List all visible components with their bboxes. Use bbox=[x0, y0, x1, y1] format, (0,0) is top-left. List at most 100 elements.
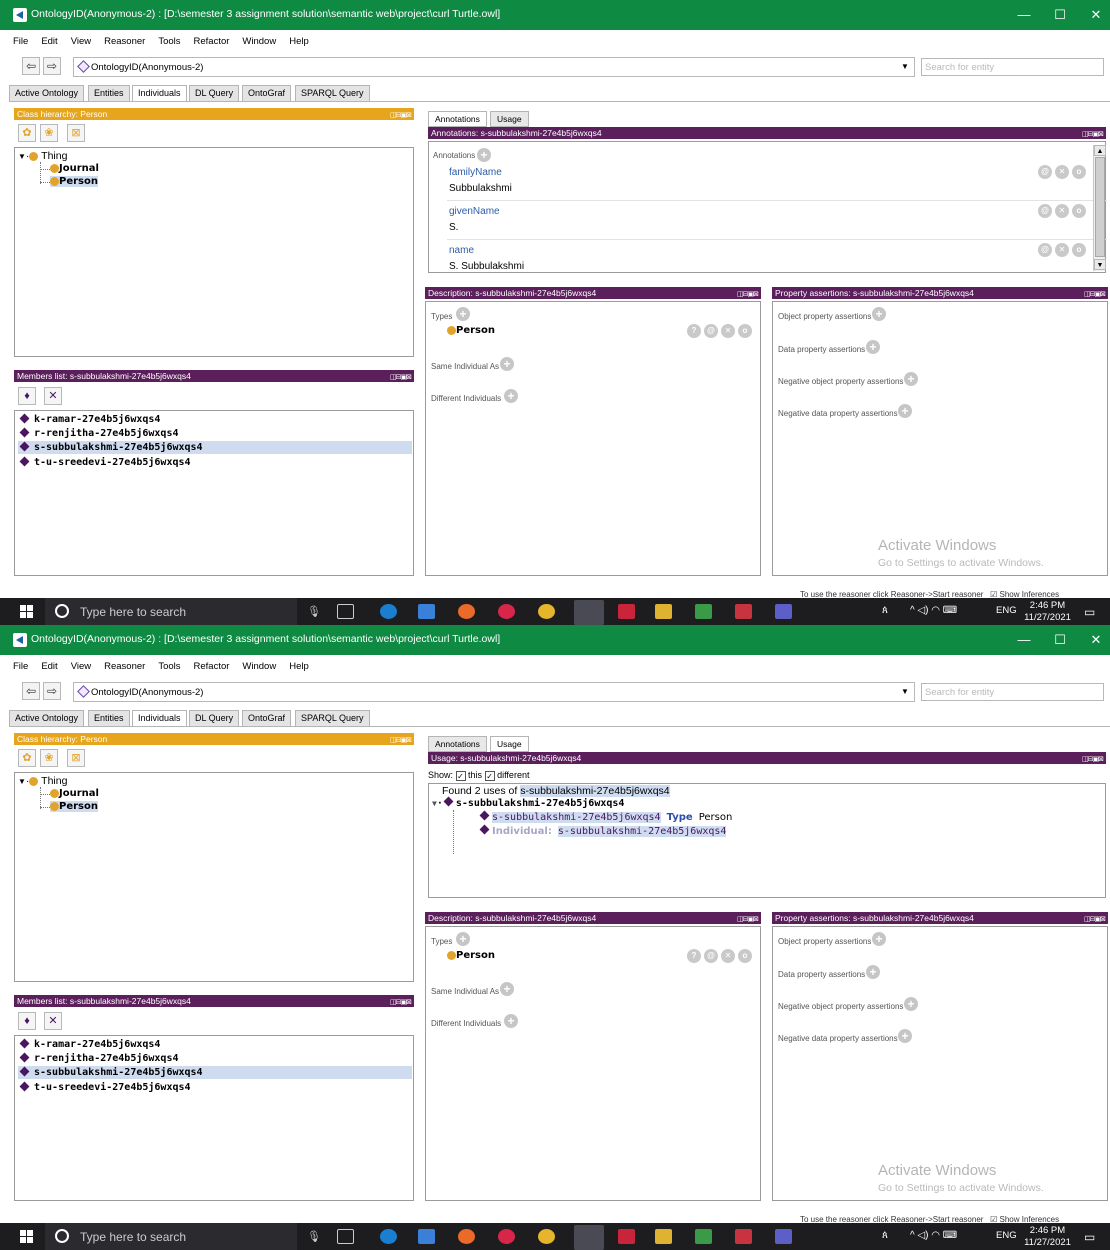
menu-edit[interactable]: Edit bbox=[41, 658, 57, 676]
view-controls-icon[interactable]: ◫⊟▣⊠ bbox=[390, 997, 412, 1007]
add-sibling-class-icon[interactable]: ❀ bbox=[40, 124, 58, 142]
this-checkbox[interactable]: ✓ bbox=[455, 770, 466, 781]
tab-active-ontology[interactable]: Active Ontology bbox=[9, 710, 85, 727]
annotations-scrollbar[interactable]: ▲ ▼ bbox=[1093, 145, 1106, 271]
edge-browser-icon[interactable] bbox=[380, 1229, 397, 1244]
menu-help[interactable]: Help bbox=[289, 658, 309, 676]
member-item[interactable]: r-renjitha-27e4b5j6wxqs4 bbox=[18, 427, 412, 440]
tab-entities[interactable]: Entities bbox=[88, 85, 130, 102]
forward-arrow-icon[interactable]: ⇨ bbox=[43, 57, 61, 75]
add-data-property-icon[interactable]: + bbox=[866, 340, 880, 354]
type-explain-icon[interactable]: ? bbox=[687, 324, 701, 338]
taskbar-clock[interactable]: 2:46 PM 11/27/2021 bbox=[1020, 1225, 1075, 1249]
edge-browser-icon[interactable] bbox=[380, 604, 397, 619]
add-same-individual-icon[interactable]: + bbox=[500, 357, 514, 371]
add-object-property-icon[interactable]: + bbox=[872, 932, 886, 946]
usage-tree-root[interactable]: ▼· s-subbulakshmi-27e4b5j6wxqs4 bbox=[432, 796, 624, 809]
language-indicator[interactable]: ENG bbox=[996, 605, 1017, 616]
add-individual-icon[interactable]: ♦ bbox=[18, 1012, 36, 1030]
taskbar-search-box[interactable]: Type here to search 🎙 bbox=[45, 598, 321, 625]
view-controls-icon[interactable]: ◫⊟▣⊠ bbox=[737, 914, 759, 924]
annotation-property[interactable]: givenName bbox=[449, 206, 500, 217]
different-checkbox[interactable]: ✓ bbox=[484, 770, 495, 781]
menu-help[interactable]: Help bbox=[289, 33, 309, 51]
annotation-delete-icon[interactable]: ✕ bbox=[1055, 243, 1069, 257]
vs-code-icon[interactable] bbox=[618, 604, 635, 619]
annotation-delete-icon[interactable]: ✕ bbox=[1055, 204, 1069, 218]
microphone-icon[interactable]: 🎙 bbox=[307, 1230, 321, 1243]
add-data-property-icon[interactable]: + bbox=[866, 965, 880, 979]
task-view-icon[interactable] bbox=[337, 604, 354, 619]
menu-edit[interactable]: Edit bbox=[41, 33, 57, 51]
delete-individual-icon[interactable]: ✕ bbox=[44, 387, 62, 405]
type-at-icon[interactable]: @ bbox=[704, 949, 718, 963]
tab-active-ontology[interactable]: Active Ontology bbox=[9, 85, 85, 102]
add-object-property-icon[interactable]: + bbox=[872, 307, 886, 321]
protege-taskbar-icon[interactable] bbox=[574, 600, 604, 625]
add-subclass-icon[interactable]: ✿ bbox=[18, 749, 36, 767]
close-button[interactable]: ✕ bbox=[1078, 625, 1110, 655]
chrome-icon[interactable] bbox=[538, 1229, 555, 1244]
windows-start-icon[interactable] bbox=[20, 1230, 33, 1243]
teams-icon[interactable] bbox=[775, 604, 792, 619]
scroll-down-icon[interactable]: ▼ bbox=[1094, 259, 1106, 270]
add-type-icon[interactable]: + bbox=[456, 932, 470, 946]
camera-app-icon[interactable] bbox=[498, 1229, 515, 1244]
tab-usage[interactable]: Usage bbox=[490, 736, 529, 752]
add-sibling-class-icon[interactable]: ❀ bbox=[40, 749, 58, 767]
tree-node-thing[interactable]: ▼· Thing bbox=[18, 775, 67, 787]
annotation-delete-icon[interactable]: ✕ bbox=[1055, 165, 1069, 179]
add-annotation-icon[interactable]: + bbox=[477, 148, 491, 162]
add-negative-object-property-icon[interactable]: + bbox=[904, 997, 918, 1011]
type-person[interactable]: Person bbox=[447, 950, 495, 961]
tab-annotations[interactable]: Annotations bbox=[428, 736, 487, 752]
menu-view[interactable]: View bbox=[71, 33, 91, 51]
tab-individuals[interactable]: Individuals bbox=[132, 85, 187, 102]
view-controls-icon[interactable]: ◫⊟▣⊠ bbox=[1082, 129, 1104, 139]
type-delete-icon[interactable]: ✕ bbox=[721, 949, 735, 963]
add-negative-object-property-icon[interactable]: + bbox=[904, 372, 918, 386]
powerpoint-icon[interactable] bbox=[735, 604, 752, 619]
teams-icon[interactable] bbox=[775, 1229, 792, 1244]
entity-search-input[interactable]: Search for entity bbox=[921, 58, 1104, 76]
view-controls-icon[interactable]: ◫⊟▣⊠ bbox=[390, 735, 412, 745]
system-tray-icons[interactable]: ^ ◁) ◠ ⌨ bbox=[910, 605, 957, 616]
task-view-icon[interactable] bbox=[337, 1229, 354, 1244]
view-controls-icon[interactable]: ◫⊟▣⊠ bbox=[1082, 754, 1104, 764]
member-item[interactable]: t-u-sreedevi-27e4b5j6wxqs4 bbox=[18, 456, 412, 469]
menu-file[interactable]: File bbox=[13, 658, 28, 676]
menu-reasoner[interactable]: Reasoner bbox=[104, 33, 145, 51]
windows-start-icon[interactable] bbox=[20, 605, 33, 618]
tree-node-journal[interactable]: Journal bbox=[50, 788, 99, 799]
type-at-icon[interactable]: @ bbox=[704, 324, 718, 338]
annotation-edit-icon[interactable]: o bbox=[1072, 165, 1086, 179]
entity-search-input[interactable]: Search for entity bbox=[921, 683, 1104, 701]
annotation-at-icon[interactable]: @ bbox=[1038, 204, 1052, 218]
tree-node-person[interactable]: Person bbox=[50, 176, 98, 187]
view-controls-icon[interactable]: ◫⊟▣⊠ bbox=[1084, 289, 1106, 299]
maximize-button[interactable]: ☐ bbox=[1042, 0, 1078, 30]
close-button[interactable]: ✕ bbox=[1078, 0, 1110, 30]
maximize-button[interactable]: ☐ bbox=[1042, 625, 1078, 655]
annotation-edit-icon[interactable]: o bbox=[1072, 243, 1086, 257]
mail-icon[interactable] bbox=[418, 1229, 435, 1244]
back-arrow-icon[interactable]: ⇦ bbox=[22, 57, 40, 75]
menu-reasoner[interactable]: Reasoner bbox=[104, 658, 145, 676]
view-controls-icon[interactable]: ◫⊟▣⊠ bbox=[390, 372, 412, 382]
minimize-button[interactable]: — bbox=[1006, 0, 1042, 30]
notepad-icon[interactable] bbox=[695, 604, 712, 619]
delete-class-icon[interactable]: ⊠ bbox=[67, 749, 85, 767]
ontology-selector[interactable]: OntologyID(Anonymous-2) ▼ bbox=[73, 682, 915, 702]
type-edit-icon[interactable]: o bbox=[738, 949, 752, 963]
add-same-individual-icon[interactable]: + bbox=[500, 982, 514, 996]
file-explorer-icon[interactable] bbox=[655, 604, 672, 619]
notepad-icon[interactable] bbox=[695, 1229, 712, 1244]
add-negative-data-property-icon[interactable]: + bbox=[898, 1029, 912, 1043]
menu-window[interactable]: Window bbox=[242, 33, 276, 51]
taskbar-search-box[interactable]: Type here to search 🎙 bbox=[45, 1223, 321, 1250]
back-arrow-icon[interactable]: ⇦ bbox=[22, 682, 40, 700]
view-controls-icon[interactable]: ◫⊟▣⊠ bbox=[390, 110, 412, 120]
member-item[interactable]: k-ramar-27e4b5j6wxqs4 bbox=[18, 413, 412, 426]
powerpoint-icon[interactable] bbox=[735, 1229, 752, 1244]
tree-node-person[interactable]: Person bbox=[50, 801, 98, 812]
